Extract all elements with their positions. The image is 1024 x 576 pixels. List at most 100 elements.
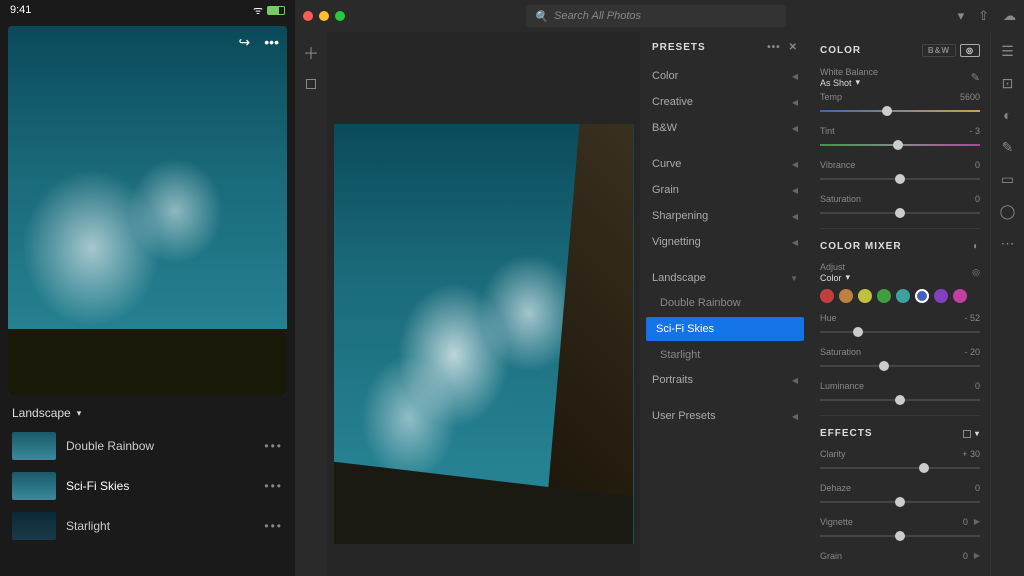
redo-icon[interactable]: ↪ (239, 34, 251, 51)
more-tools-icon[interactable]: ⋯ (999, 234, 1017, 252)
more-icon[interactable]: ••• (264, 439, 283, 453)
effects-menu-icon[interactable]: ▾ (963, 429, 980, 438)
chevron-left-icon: ◀ (792, 160, 798, 169)
crop-tool-icon[interactable]: ⊡ (999, 74, 1017, 92)
preset-group[interactable]: Vignetting◀ (640, 229, 810, 255)
preset-label: Starlight (66, 519, 110, 533)
mobile-preset-item[interactable]: Double Rainbow ••• (0, 426, 295, 466)
preset-group[interactable]: Curve◀ (640, 151, 810, 177)
color-dot-purple[interactable] (934, 289, 948, 303)
grain-label: Grain (820, 551, 842, 561)
preset-label: Sci-Fi Skies (66, 479, 129, 493)
group-label: User Presets (652, 410, 716, 422)
preset-item-selected[interactable]: Sci-Fi Skies (646, 317, 804, 341)
mixer-title: COLOR MIXER (820, 241, 902, 252)
clarity-slider[interactable] (820, 461, 980, 475)
adjust-tool-icon[interactable]: ☰ (999, 42, 1017, 60)
dehaze-slider[interactable] (820, 495, 980, 509)
add-button[interactable]: ＋ (301, 42, 321, 62)
more-icon[interactable]: ••• (264, 34, 279, 51)
mobile-category-label: Landscape (12, 406, 71, 420)
more-icon[interactable]: ••• (264, 479, 283, 493)
color-dot-yellow[interactable] (858, 289, 872, 303)
saturation-slider[interactable] (820, 206, 980, 220)
target-adjust-icon[interactable]: ◎ (972, 267, 980, 278)
preset-item[interactable]: Double Rainbow (640, 291, 810, 315)
preset-group[interactable]: User Presets◀ (640, 403, 810, 429)
lum-value: 0 (975, 381, 980, 391)
mixer-sat-label: Saturation (820, 347, 861, 357)
lum-slider[interactable] (820, 393, 980, 407)
preset-group[interactable]: Creative◀ (640, 89, 810, 115)
tint-slider[interactable] (820, 138, 980, 152)
mobile-preview-panel: 9:41 ᯤ ↪ ••• Landscape ▾ Double Rainbow … (0, 0, 295, 576)
mixer-sat-value: - 20 (964, 347, 980, 357)
wb-value: As Shot (820, 78, 852, 88)
temp-label: Temp (820, 92, 842, 102)
hue-slider[interactable] (820, 325, 980, 339)
color-mixer-dots (820, 285, 980, 311)
chevron-left-icon: ◀ (792, 72, 798, 81)
preset-group[interactable]: Color◀ (640, 63, 810, 89)
adjustments-panel: COLOR B&W ◎ White Balance As Shot ▾ ✎ Te… (810, 32, 990, 576)
window-controls[interactable] (303, 11, 345, 21)
adjust-value: Color (820, 273, 842, 283)
vibrance-slider[interactable] (820, 172, 980, 186)
mobile-preset-category[interactable]: Landscape ▾ (0, 396, 295, 426)
color-dot-aqua[interactable] (896, 289, 910, 303)
group-label: Portraits (652, 374, 693, 386)
chevron-left-icon: ◀ (792, 124, 798, 133)
dehaze-label: Dehaze (820, 483, 851, 493)
temp-slider[interactable] (820, 104, 980, 118)
adjust-label: Adjust (820, 262, 845, 272)
radial-tool-icon[interactable]: ◯ (999, 202, 1017, 220)
color-profile-icon[interactable]: ◎ (960, 44, 980, 57)
mixer-toggle-icon[interactable]: ◐ (973, 241, 980, 252)
search-placeholder: Search All Photos (554, 10, 641, 22)
expand-icon[interactable]: ▶ (974, 517, 980, 527)
presets-title: PRESETS (652, 42, 706, 53)
photo-canvas[interactable] (334, 124, 634, 544)
cloud-icon[interactable]: ☁ (1003, 8, 1016, 24)
preset-group[interactable]: Sharpening◀ (640, 203, 810, 229)
presets-panel: PRESETS ••• ✕ Color◀ Creative◀ B&W◀ Curve… (640, 32, 810, 576)
close-icon[interactable]: ✕ (789, 42, 798, 53)
share-icon[interactable]: ⇧ (978, 8, 989, 24)
heal-tool-icon[interactable]: ◐ (999, 106, 1017, 124)
more-icon[interactable]: ••• (767, 42, 781, 53)
adjust-dropdown[interactable]: Color ▾ (820, 272, 850, 283)
wb-dropdown[interactable]: As Shot ▾ (820, 77, 881, 88)
color-dot-orange[interactable] (839, 289, 853, 303)
left-toolstrip: ＋ (295, 32, 327, 576)
filter-icon[interactable]: ▾ (958, 8, 965, 24)
saturation-value: 0 (975, 194, 980, 204)
vignette-slider[interactable] (820, 529, 980, 543)
preset-group[interactable]: Portraits ◀ (640, 367, 810, 393)
eyedropper-icon[interactable]: ✎ (971, 71, 980, 84)
mixer-sat-slider[interactable] (820, 359, 980, 373)
vibrance-label: Vibrance (820, 160, 855, 170)
preset-group-landscape[interactable]: Landscape▼ (640, 265, 810, 291)
search-input[interactable]: 🔍 Search All Photos (526, 5, 786, 27)
grid-button[interactable] (301, 74, 321, 94)
chevron-left-icon: ◀ (792, 376, 798, 385)
mobile-preset-item[interactable]: Starlight ••• (0, 506, 295, 546)
expand-icon[interactable]: ▶ (974, 551, 980, 561)
gradient-tool-icon[interactable]: ▭ (999, 170, 1017, 188)
color-dot-blue[interactable] (915, 289, 929, 303)
dehaze-value: 0 (975, 483, 980, 493)
brush-tool-icon[interactable]: ✎ (999, 138, 1017, 156)
group-label: Grain (652, 184, 679, 196)
color-dot-red[interactable] (820, 289, 834, 303)
search-icon: 🔍 (534, 10, 548, 23)
preset-group[interactable]: B&W◀ (640, 115, 810, 141)
color-dot-green[interactable] (877, 289, 891, 303)
preset-item[interactable]: Starlight (640, 343, 810, 367)
bw-toggle[interactable]: B&W (922, 44, 956, 57)
color-dot-magenta[interactable] (953, 289, 967, 303)
group-label: Sharpening (652, 210, 708, 222)
more-icon[interactable]: ••• (264, 519, 283, 533)
wifi-icon: ᯤ (253, 3, 263, 18)
mobile-preset-item[interactable]: Sci-Fi Skies ••• (0, 466, 295, 506)
preset-group[interactable]: Grain◀ (640, 177, 810, 203)
